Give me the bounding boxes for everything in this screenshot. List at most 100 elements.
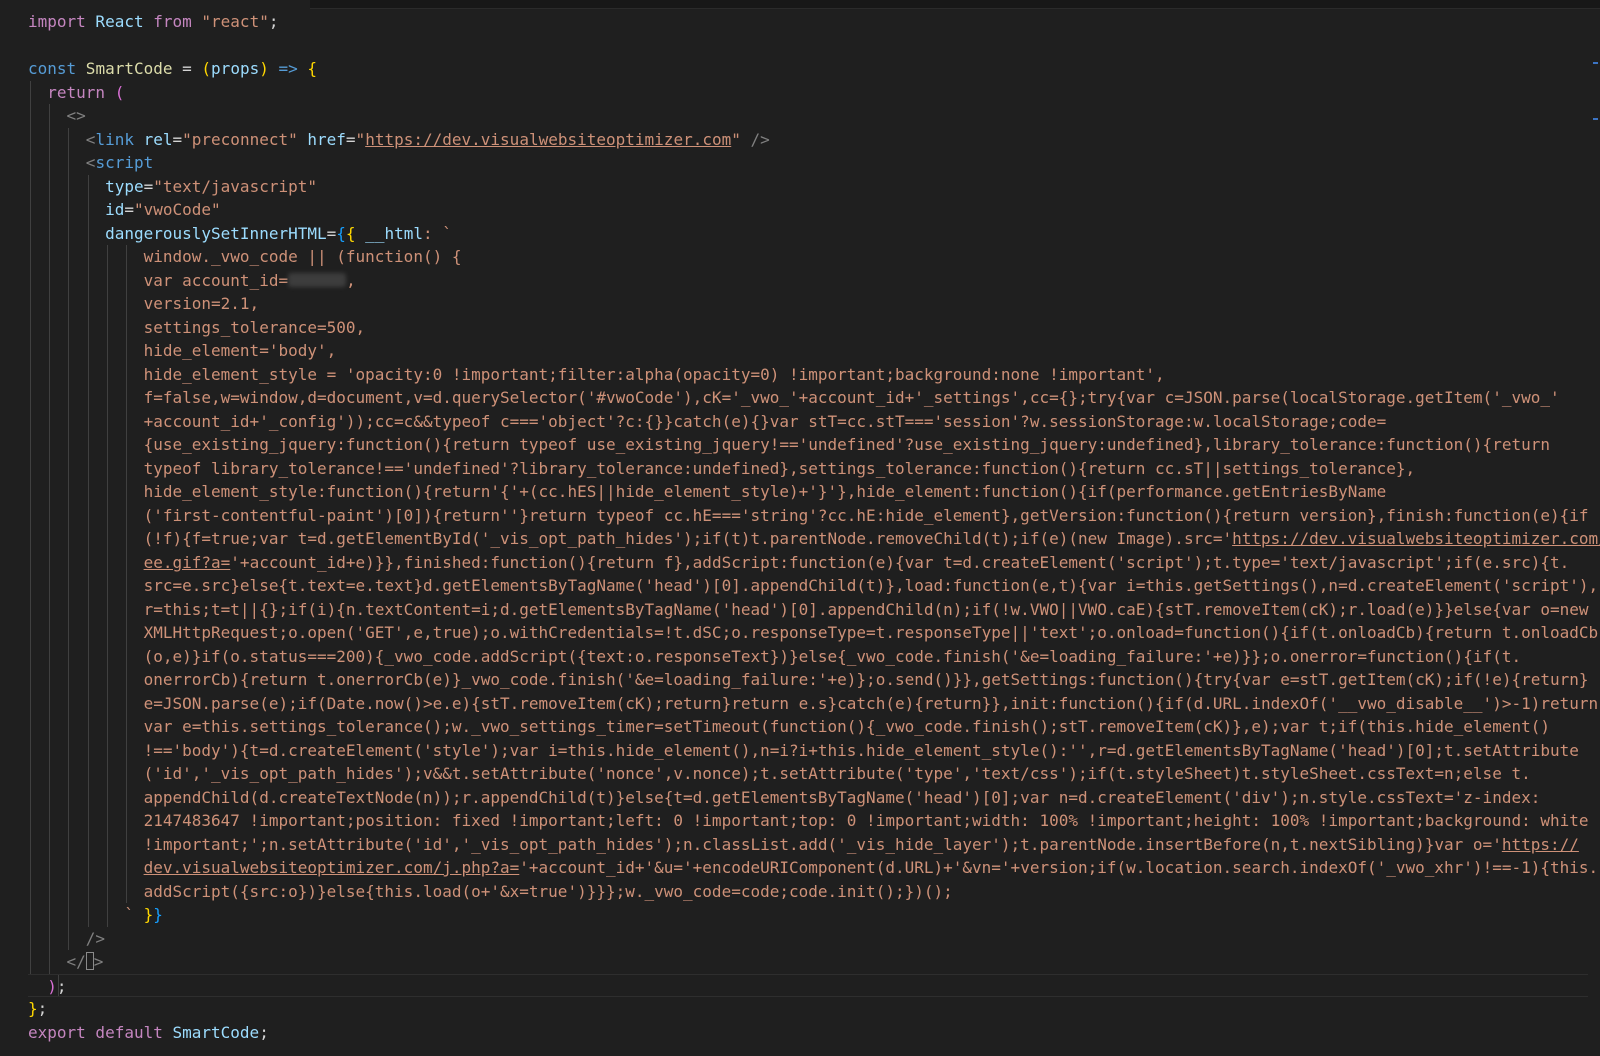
code-line-text: addScript({src:o})}else{this.load(o+'&x=… (28, 880, 953, 904)
code-area[interactable]: import React from "react"; const SmartCod… (0, 10, 1600, 1044)
code-line[interactable]: ee.gif?a='+account_id+e)}},finished:func… (0, 550, 1600, 575)
code-line[interactable]: dangerouslySetInnerHTML={{ __html: ` (0, 221, 1600, 245)
code-token: , (346, 270, 356, 290)
code-link[interactable]: ee.gif?a= (144, 553, 231, 572)
code-line[interactable]: ` }} (0, 903, 1600, 927)
code-line[interactable]: src=e.src}else{t.text=e.text}d.getElemen… (0, 574, 1600, 598)
code-line[interactable]: dev.visualwebsiteoptimizer.com/j.php?a='… (0, 856, 1600, 880)
code-line[interactable]: /> (0, 926, 1600, 950)
code-token: onerrorCb){return t.onerrorCb(e)}_vwo_co… (28, 670, 1589, 689)
code-token: /> (85, 928, 106, 948)
code-token: from (153, 12, 192, 31)
code-line-text: hide_element='body', (28, 339, 337, 363)
code-token: ` (28, 905, 144, 924)
code-line-text: <link rel="preconnect" href="https://dev… (28, 128, 770, 152)
code-line[interactable]: <> (0, 104, 1600, 128)
code-token: : ` (422, 223, 452, 243)
code-line[interactable]: addScript({src:o})}else{this.load(o+'&x=… (0, 879, 1600, 904)
code-token: '+account_id+e)}},finished:function(){re… (230, 552, 1570, 572)
code-line[interactable]: const SmartCode = (props) => { (0, 57, 1600, 81)
code-token: ; (268, 12, 279, 31)
code-line[interactable]: (o,e)}if(o.status===200){_vwo_code.addSc… (0, 644, 1600, 668)
editor-top-strip (310, 0, 1600, 9)
code-line[interactable]: XMLHttpRequest;o.open('GET',e,true);o.wi… (0, 621, 1600, 645)
code-line[interactable]: type="text/javascript" (0, 174, 1600, 198)
code-line-text: id="vwoCode" (28, 198, 221, 222)
code-line[interactable]: var e=this.settings_tolerance();w._vwo_s… (0, 715, 1600, 739)
code-line[interactable]: window._vwo_code || (function() { (0, 245, 1600, 269)
code-link[interactable]: https://dev.visualwebsiteoptimizer.com/ (1232, 529, 1600, 548)
code-editor[interactable]: import React from "react"; const SmartCod… (0, 0, 1600, 1056)
code-line[interactable]: id="vwoCode" (0, 198, 1600, 222)
code-line[interactable]: ('first-contentful-paint')[0]){return''}… (0, 503, 1600, 528)
code-token: < (85, 153, 96, 172)
code-line[interactable]: !important;';n.setAttribute('id','_vis_o… (0, 832, 1600, 856)
code-token: { (345, 223, 356, 243)
code-line[interactable] (0, 34, 1600, 58)
code-token: hide_element_style:function(){return'{'+… (28, 482, 1387, 501)
code-line[interactable]: ); (28, 973, 1588, 997)
code-line[interactable]: hide_element_style:function(){return'{'+… (0, 480, 1600, 504)
code-link[interactable]: dev.visualwebsiteoptimizer.com/j.php?a= (144, 858, 520, 877)
code-line-text: {use_existing_jquery:function(){return t… (28, 433, 1550, 457)
scrollbar-marker (1593, 118, 1598, 120)
code-token: "vwoCode" (133, 200, 221, 219)
code-line[interactable]: hide_element='body', (0, 339, 1600, 363)
code-line[interactable]: (!f){f=true;var t=d.getElementById('_vis… (0, 527, 1600, 551)
code-token: var e=this.settings_tolerance();w._vwo_s… (28, 717, 1550, 736)
code-line[interactable]: ('id','_vis_opt_path_hides');v&&t.setAtt… (0, 762, 1600, 786)
code-line[interactable]: {use_existing_jquery:function(){return t… (0, 433, 1600, 457)
code-token: {use_existing_jquery:function(){return t… (28, 435, 1550, 454)
code-token: ) (259, 59, 269, 78)
code-token: </ (66, 952, 86, 971)
code-line-text: ee.gif?a='+account_id+e)}},finished:func… (28, 551, 1570, 575)
code-line[interactable]: version=2.1, (0, 292, 1600, 316)
code-line[interactable]: e=JSON.parse(e);if(Date.now()>e.e){stT.r… (0, 691, 1600, 716)
code-link[interactable]: https://dev.visualwebsiteoptimizer.com (365, 130, 731, 149)
code-line[interactable]: +account_id+'_config'));cc=c&&typeof c==… (0, 409, 1600, 433)
code-token: hide_element='body', (28, 341, 337, 360)
code-line-text: r=this;t=t||{};if(i){n.textContent=i;d.g… (28, 598, 1589, 622)
code-line[interactable]: hide_element_style = 'opacity:0 !importa… (0, 362, 1600, 386)
code-line[interactable]: <link rel="preconnect" href="https://dev… (0, 127, 1600, 152)
code-line[interactable]: appendChild(d.createTextNode(n));r.appen… (0, 785, 1600, 809)
code-line[interactable]: export default SmartCode; (0, 1021, 1600, 1045)
code-line[interactable]: r=this;t=t||{};if(i){n.textContent=i;d.g… (0, 597, 1600, 622)
code-line-text: <> (28, 104, 86, 128)
code-line[interactable]: 2147483647 !important;position: fixed !i… (0, 809, 1600, 833)
text-cursor-box (85, 952, 94, 970)
code-token: = (345, 129, 356, 149)
code-line-text: ('first-contentful-paint')[0]){return''}… (28, 504, 1589, 528)
code-line[interactable]: </ > (0, 950, 1600, 974)
code-token: => (268, 59, 308, 78)
code-line-text: export default SmartCode; (28, 1021, 269, 1045)
code-line-text: !=='body'){t=d.createElement('style');va… (28, 739, 1579, 763)
code-token: = (124, 200, 134, 219)
code-token: !=='body'){t=d.createElement('style');va… (28, 740, 1579, 760)
code-line-text: ` }} (28, 903, 163, 927)
code-token: { (307, 59, 318, 78)
code-line[interactable]: import React from "react"; (0, 10, 1600, 34)
code-line[interactable]: var account_id=, (0, 268, 1600, 292)
code-line[interactable]: !=='body'){t=d.createElement('style');va… (0, 738, 1600, 763)
code-line[interactable]: }; (0, 997, 1600, 1021)
code-link[interactable]: https:// (1502, 835, 1579, 854)
code-line[interactable]: typeof library_tolerance!=='undefined'?l… (0, 456, 1600, 480)
code-line-text: e=JSON.parse(e);if(Date.now()>e.e){stT.r… (28, 692, 1600, 716)
code-token: type (105, 176, 144, 196)
code-token: > (93, 952, 104, 971)
code-line-text: dev.visualwebsiteoptimizer.com/j.php?a='… (28, 856, 1599, 880)
code-line[interactable]: settings_tolerance=500, (0, 315, 1600, 339)
code-line[interactable]: f=false,w=window,d=document,v=d.querySel… (0, 386, 1600, 410)
code-line[interactable]: return ( (0, 80, 1600, 104)
code-line[interactable]: <script (0, 151, 1600, 175)
code-line[interactable]: onerrorCb){return t.onerrorCb(e)}_vwo_co… (0, 668, 1600, 692)
code-token: "react" (191, 12, 269, 31)
